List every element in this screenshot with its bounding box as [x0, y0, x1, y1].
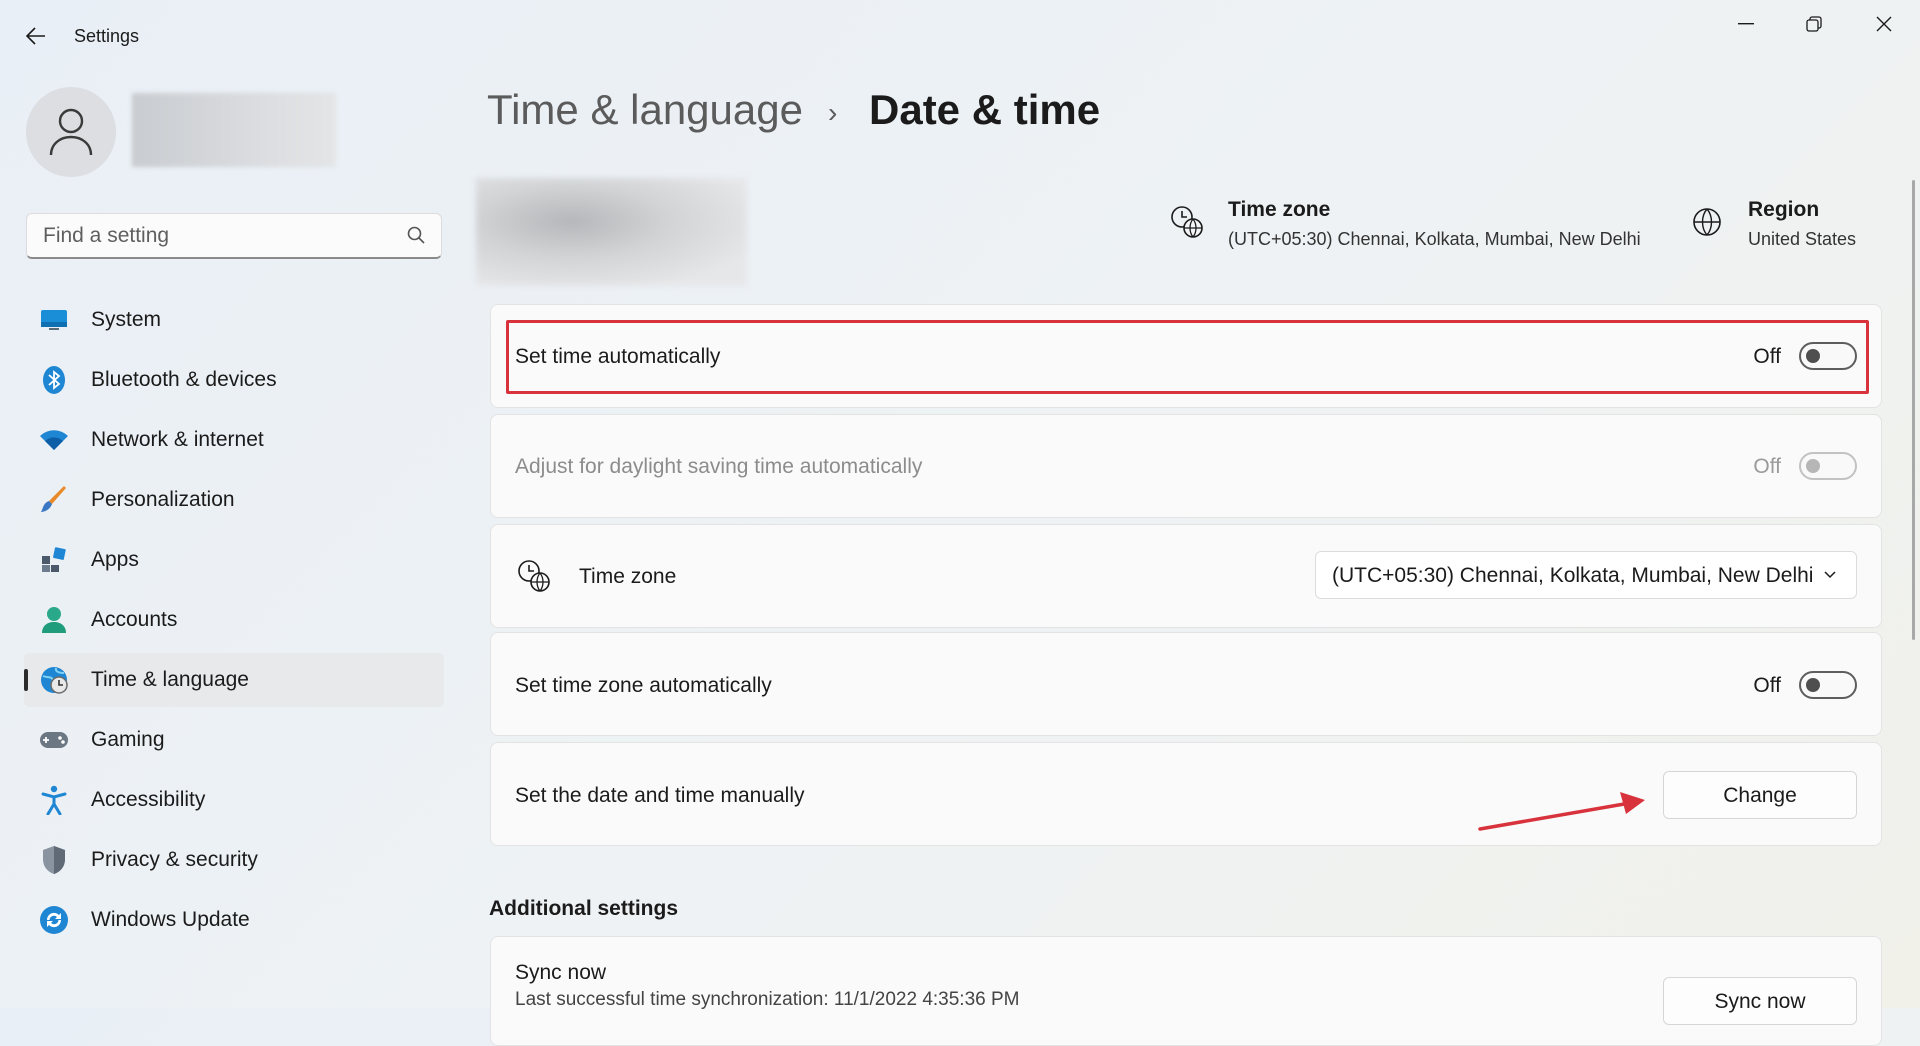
breadcrumb-parent[interactable]: Time & language	[487, 86, 803, 134]
app-title: Settings	[74, 26, 140, 46]
accessibility-icon	[39, 785, 69, 815]
minimize-icon	[1738, 23, 1754, 25]
daylight-saving-label: Adjust for daylight saving time automati…	[515, 455, 923, 478]
nav-item-network-internet[interactable]: Network & internet	[24, 413, 444, 467]
gaming-icon	[39, 725, 69, 755]
wifi-icon	[39, 425, 69, 455]
card-sync-now: Sync now Last successful time synchroniz…	[490, 936, 1882, 1046]
avatar[interactable]	[26, 87, 116, 177]
chevron-down-icon	[1824, 571, 1836, 579]
toggle-knob	[1806, 459, 1820, 473]
close-button[interactable]	[1850, 0, 1918, 48]
summary-region-value: United States	[1748, 229, 1857, 249]
change-button[interactable]: Change	[1663, 771, 1857, 819]
time-zone-selected-value: (UTC+05:30) Chennai, Kolkata, Mumbai, Ne…	[1332, 564, 1814, 587]
back-button[interactable]	[16, 20, 56, 52]
search-box[interactable]	[26, 213, 442, 259]
nav-item-personalization[interactable]: Personalization	[24, 473, 444, 527]
timezone-globe-clock-icon	[517, 559, 551, 598]
page-title: Date & time	[869, 86, 1101, 133]
close-icon	[1876, 16, 1892, 32]
device-image-blurred	[476, 178, 747, 286]
toggle-knob	[1806, 678, 1820, 692]
additional-settings-heading: Additional settings	[489, 897, 678, 920]
card-set-time-zone-automatically: Set time zone automatically Off	[490, 632, 1882, 736]
user-icon	[49, 108, 93, 156]
nav-item-system[interactable]: System	[24, 293, 444, 347]
nav-item-accessibility[interactable]: Accessibility	[24, 773, 444, 827]
time-zone-label: Time zone	[579, 565, 677, 588]
accounts-icon	[39, 605, 69, 635]
account-name-blurred	[132, 93, 336, 167]
nav-item-bluetooth-devices[interactable]: Bluetooth & devices	[24, 353, 444, 407]
sync-now-title: Sync now	[515, 961, 607, 984]
restore-icon	[1806, 16, 1822, 32]
card-daylight-saving: Adjust for daylight saving time automati…	[490, 414, 1882, 518]
card-time-zone: Time zone (UTC+05:30) Chennai, Kolkata, …	[490, 524, 1882, 628]
search-input[interactable]	[41, 222, 405, 250]
back-arrow-icon	[26, 27, 45, 45]
bluetooth-icon	[39, 365, 69, 395]
minimize-button[interactable]	[1712, 0, 1780, 48]
nav-item-windows-update[interactable]: Windows Update	[24, 893, 444, 947]
windows-update-icon	[39, 905, 69, 935]
annotation-highlight-box	[506, 320, 1869, 394]
daylight-saving-state: Off	[1753, 455, 1781, 478]
nav-item-apps[interactable]: Apps	[24, 533, 444, 587]
time-language-icon	[39, 665, 69, 695]
timezone-globe-clock-icon	[1170, 205, 1204, 244]
system-icon	[39, 305, 69, 335]
time-zone-dropdown[interactable]: (UTC+05:30) Chennai, Kolkata, Mumbai, Ne…	[1315, 551, 1857, 599]
set-tz-auto-toggle[interactable]	[1799, 671, 1857, 699]
nav-list: System Bluetooth & devices Network & int…	[24, 293, 444, 953]
apps-icon	[39, 545, 69, 575]
restore-button[interactable]	[1780, 0, 1848, 48]
summary-timezone-title: Time zone	[1228, 198, 1331, 221]
daylight-saving-toggle	[1799, 452, 1857, 480]
breadcrumb-separator: ›	[828, 97, 838, 128]
set-tz-auto-state: Off	[1753, 674, 1781, 697]
summary-timezone-value: (UTC+05:30) Chennai, Kolkata, Mumbai, Ne…	[1228, 229, 1641, 249]
brush-icon	[39, 485, 69, 515]
manual-date-time-label: Set the date and time manually	[515, 784, 805, 807]
active-indicator	[24, 669, 28, 691]
nav-item-gaming[interactable]: Gaming	[24, 713, 444, 767]
nav-item-accounts[interactable]: Accounts	[24, 593, 444, 647]
summary-region-title: Region	[1748, 198, 1820, 221]
shield-icon	[39, 845, 69, 875]
card-set-date-time-manually: Set the date and time manually Change	[490, 742, 1882, 846]
sync-now-button[interactable]: Sync now	[1663, 977, 1857, 1025]
scrollbar[interactable]	[1912, 180, 1915, 640]
annotation-arrow	[1478, 792, 1645, 831]
globe-icon	[1692, 207, 1722, 242]
nav-item-privacy-security[interactable]: Privacy & security	[24, 833, 444, 887]
search-icon[interactable]	[407, 226, 425, 244]
set-tz-auto-label: Set time zone automatically	[515, 674, 772, 697]
nav-item-time-language[interactable]: Time & language	[24, 653, 444, 707]
